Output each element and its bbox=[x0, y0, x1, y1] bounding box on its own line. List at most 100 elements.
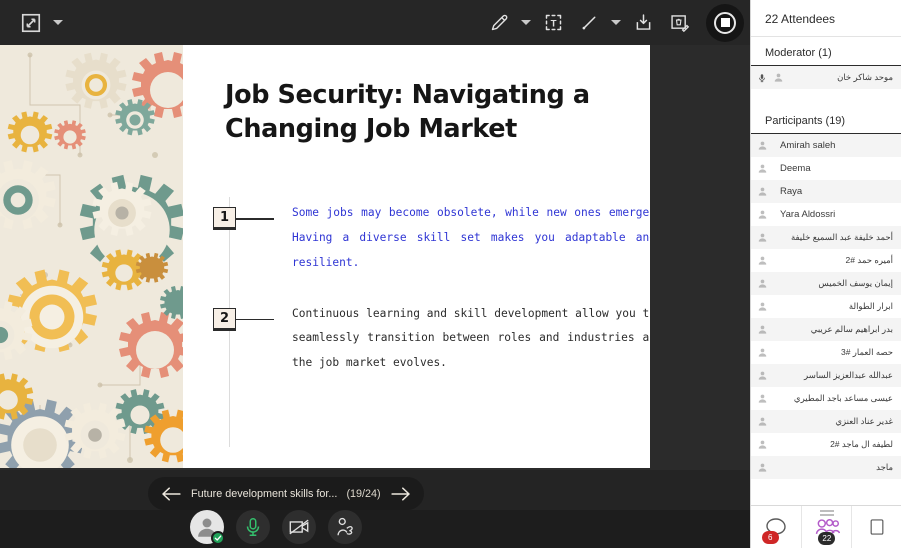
moderator-name: موحد شاكر خان bbox=[837, 72, 893, 82]
participant-name: Raya bbox=[780, 186, 803, 197]
participants-section-header: Participants (19) bbox=[751, 105, 901, 134]
user-icon bbox=[758, 325, 767, 334]
camera-off-icon bbox=[289, 519, 309, 535]
moderator-section-header: Moderator (1) bbox=[751, 37, 901, 66]
point-text: Some jobs may become obsolete, while new… bbox=[292, 206, 650, 269]
participant-name: غدير عناد العنزي bbox=[835, 416, 893, 426]
participant-name: Amirah saleh bbox=[780, 140, 836, 151]
profile-avatar-button[interactable] bbox=[190, 510, 225, 545]
participant-row[interactable]: حصه العمار #3 bbox=[751, 341, 901, 364]
drag-handle-icon[interactable] bbox=[819, 510, 834, 512]
participant-row[interactable]: أحمد خليفة عبد السميع خليفة bbox=[751, 226, 901, 249]
participant-row[interactable]: إيمان يوسف الخميس bbox=[751, 272, 901, 295]
point-number-badge: 1 bbox=[213, 207, 236, 230]
user-icon bbox=[758, 141, 767, 150]
user-icon bbox=[758, 417, 767, 426]
user-icon bbox=[774, 73, 783, 82]
participant-row[interactable]: عبدالله عبدالعزيز الساسر bbox=[751, 364, 901, 387]
download-button[interactable] bbox=[626, 6, 660, 40]
microphone-icon bbox=[246, 518, 260, 536]
chat-unread-badge: 6 bbox=[761, 531, 779, 544]
user-icon bbox=[758, 279, 767, 288]
slide-title: Job Security: Navigating a Changing Job … bbox=[225, 80, 590, 144]
participant-name: بدر ابراهيم سالم عريبي bbox=[810, 324, 893, 334]
participant-name: إيمان يوسف الخميس bbox=[818, 278, 893, 288]
user-icon bbox=[758, 440, 767, 449]
slide: Job Security: Navigating a Changing Job … bbox=[0, 45, 650, 468]
participant-name: عبدالله عبدالعزيز الساسر bbox=[804, 370, 893, 380]
next-slide-button[interactable] bbox=[390, 486, 412, 502]
arrow-left-icon bbox=[162, 486, 181, 501]
pencil-dropdown-chevron-down-icon[interactable] bbox=[518, 8, 534, 38]
snapshot-annotate-button[interactable] bbox=[662, 6, 696, 40]
participant-row[interactable]: Yara Aldossri bbox=[751, 203, 901, 226]
fullscreen-button[interactable] bbox=[14, 6, 48, 40]
participant-name: أميره حمد #2 bbox=[845, 255, 893, 265]
user-icon bbox=[758, 463, 767, 472]
attendees-panel: 22 Attendees Moderator (1) موحد شاكر خان… bbox=[750, 0, 901, 548]
panel-bottom-tabs: 6 22 bbox=[751, 505, 901, 548]
microphone-button[interactable] bbox=[236, 510, 270, 544]
panel-spacer bbox=[751, 89, 901, 105]
pencil-icon bbox=[491, 14, 507, 31]
tab-more[interactable] bbox=[852, 506, 901, 548]
user-icon bbox=[758, 394, 767, 403]
attendees-panel-title: 22 Attendees bbox=[751, 0, 901, 37]
user-icon bbox=[758, 164, 767, 173]
participant-row[interactable]: لطيفه ال ماجد #2 bbox=[751, 433, 901, 456]
participant-name: لطيفه ال ماجد #2 bbox=[830, 439, 893, 449]
previous-slide-button[interactable] bbox=[160, 486, 182, 502]
stop-recording-button[interactable] bbox=[706, 3, 744, 42]
participants-list[interactable]: Amirah saleh Deema Raya Yara Aldossri أحمد خ… bbox=[751, 134, 901, 484]
user-icon bbox=[758, 233, 767, 242]
participant-name: ابرار الطوالة bbox=[848, 301, 893, 311]
textbox-icon: T bbox=[545, 14, 561, 31]
participant-row[interactable]: Amirah saleh bbox=[751, 134, 901, 157]
camera-off-button[interactable] bbox=[282, 510, 316, 544]
participant-row[interactable]: Raya bbox=[751, 180, 901, 203]
participant-row[interactable]: غدير عناد العنزي bbox=[751, 410, 901, 433]
line-button[interactable] bbox=[572, 6, 606, 40]
participant-row[interactable]: ماجد bbox=[751, 456, 901, 479]
line-dropdown-chevron-down-icon[interactable] bbox=[608, 8, 624, 38]
participant-row[interactable]: ابرار الطوالة bbox=[751, 295, 901, 318]
attendees-count-badge: 22 bbox=[818, 532, 836, 545]
participant-row[interactable]: محمد عبدالك بو مهدي آل زايد bbox=[751, 479, 901, 484]
participant-row[interactable]: بدر ابراهيم سالم عريبي bbox=[751, 318, 901, 341]
point-connector-line bbox=[236, 318, 274, 321]
user-icon bbox=[758, 256, 767, 265]
user-icon bbox=[758, 210, 767, 219]
participant-name: أحمد خليفة عبد السميع خليفة bbox=[790, 232, 893, 242]
participant-row[interactable]: عيسى مساعد باجد المطيري bbox=[751, 387, 901, 410]
participant-name: عيسى مساعد باجد المطيري bbox=[793, 393, 893, 403]
participant-name: Yara Aldossri bbox=[780, 209, 836, 220]
participant-name: Deema bbox=[780, 163, 811, 174]
textbox-button[interactable]: T bbox=[536, 6, 570, 40]
slide-points: 1 Some jobs may become obsolete, while n… bbox=[213, 197, 650, 447]
line-icon bbox=[582, 16, 595, 30]
point-connector-line bbox=[236, 218, 274, 220]
point-text: Continuous learning and skill developmen… bbox=[292, 306, 650, 370]
fullscreen-dropdown-chevron-down-icon[interactable] bbox=[50, 8, 66, 38]
point-number-badge: 2 bbox=[213, 307, 236, 331]
top-toolbar: T bbox=[0, 0, 750, 45]
slide-nav-counter: (19/24) bbox=[346, 487, 381, 500]
tab-chat[interactable]: 6 bbox=[751, 506, 802, 548]
user-icon bbox=[758, 302, 767, 311]
moderator-row[interactable]: موحد شاكر خان bbox=[751, 66, 901, 89]
fullscreen-icon bbox=[21, 13, 41, 32]
presentation-stage: Job Security: Navigating a Changing Job … bbox=[0, 45, 750, 470]
participant-row[interactable]: Deema bbox=[751, 157, 901, 180]
pencil-button[interactable] bbox=[482, 6, 516, 40]
slide-body: Job Security: Navigating a Changing Job … bbox=[183, 45, 650, 468]
slide-nav-title: Future development skills for... bbox=[191, 487, 338, 500]
user-icon bbox=[758, 371, 767, 380]
slide-point-2: 2 Continuous learning and skill developm… bbox=[213, 306, 650, 377]
user-icon bbox=[758, 348, 767, 357]
participant-row[interactable]: أميره حمد #2 bbox=[751, 249, 901, 272]
check-icon bbox=[214, 535, 222, 541]
status-badge bbox=[211, 531, 225, 545]
tab-attendees[interactable]: 22 bbox=[802, 506, 853, 548]
gears-illustration bbox=[0, 45, 183, 468]
raise-hand-button[interactable] bbox=[328, 510, 362, 544]
